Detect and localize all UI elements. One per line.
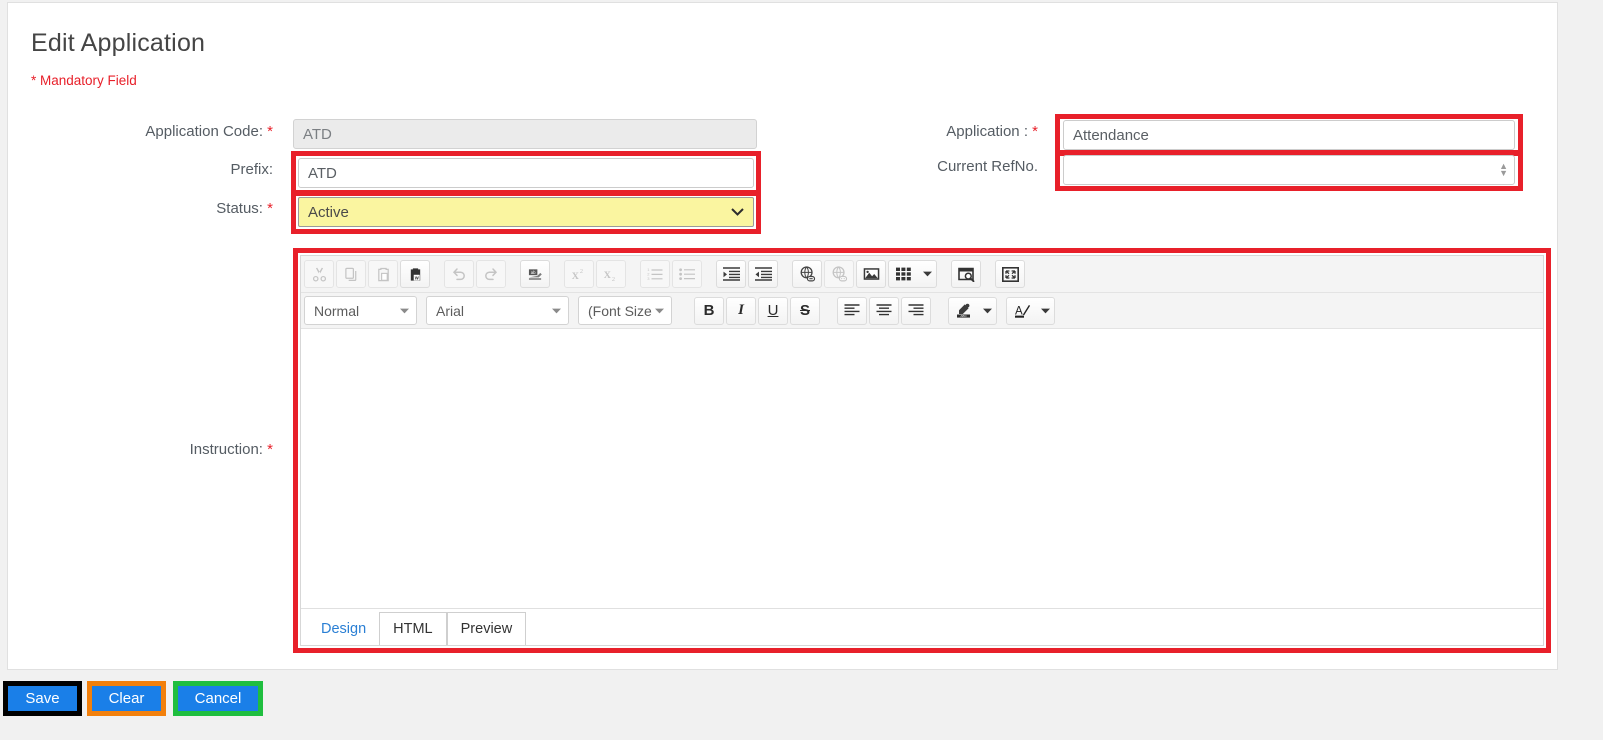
editor-mode-tabs: Design HTML Preview <box>301 608 1543 645</box>
table-grid-icon <box>889 267 919 281</box>
instruction-editor-body[interactable] <box>301 329 1543 605</box>
chevron-down-icon <box>552 306 561 316</box>
spell-check-icon[interactable]: ab <box>520 260 550 288</box>
redo-icon[interactable] <box>476 260 506 288</box>
font-color-letter-icon: A <box>1007 303 1037 318</box>
svg-text:w: w <box>413 275 418 281</box>
required-marker: * <box>267 441 273 458</box>
align-center-icon[interactable] <box>869 296 899 325</box>
font-size-value: (Font Size <box>588 302 652 319</box>
chevron-down-icon <box>979 308 996 314</box>
align-left-icon[interactable] <box>837 296 867 325</box>
application-code-input: ATD <box>293 119 757 149</box>
instruction-rich-text-editor: w ab X 2 X 2 1 2 3 Normal Arial (Font Si… <box>300 255 1544 646</box>
superscript-icon[interactable]: X 2 <box>564 260 594 288</box>
copy-icon[interactable] <box>336 260 366 288</box>
save-button[interactable]: Save <box>8 686 77 711</box>
italic-button[interactable]: I <box>726 296 756 325</box>
status-label: Status: * <box>216 200 273 217</box>
font-size-dropdown[interactable]: (Font Size <box>578 296 672 325</box>
application-code-label: Application Code: * <box>145 123 273 140</box>
chevron-down-icon <box>1037 308 1054 314</box>
svg-text:X: X <box>604 270 612 281</box>
tab-preview[interactable]: Preview <box>446 612 527 645</box>
application-input[interactable]: Attendance <box>1063 120 1515 150</box>
spinner-arrows-icon[interactable]: ▲ ▼ <box>1499 162 1508 178</box>
indent-icon[interactable] <box>716 260 746 288</box>
bold-button[interactable]: B <box>694 296 724 325</box>
chevron-down-icon <box>400 306 409 316</box>
clear-button[interactable]: Clear <box>92 686 161 711</box>
editor-toolbar-row-1: w ab X 2 X 2 1 2 3 <box>301 256 1543 293</box>
find-replace-icon[interactable] <box>951 260 981 288</box>
insert-table-icon[interactable] <box>888 260 937 288</box>
required-marker: * <box>267 123 273 140</box>
svg-text:2: 2 <box>580 268 583 275</box>
outdent-icon[interactable] <box>748 260 778 288</box>
page-title: Edit Application <box>31 29 206 57</box>
insert-image-icon[interactable] <box>856 260 886 288</box>
status-select-value: Active <box>308 204 349 221</box>
cancel-button[interactable]: Cancel <box>178 686 258 711</box>
highlight-marker-icon: ABC <box>949 303 979 318</box>
edit-application-page: Edit Application * Mandatory Field Appli… <box>0 0 1603 740</box>
subscript-icon[interactable]: X 2 <box>596 260 626 288</box>
svg-text:ab: ab <box>530 270 535 275</box>
svg-text:3: 3 <box>647 276 650 281</box>
svg-text:ABC: ABC <box>960 314 967 318</box>
required-marker: * <box>1032 123 1038 140</box>
font-name-value: Arial <box>436 302 465 319</box>
svg-text:X: X <box>572 271 580 282</box>
paragraph-style-dropdown[interactable]: Normal <box>304 296 417 325</box>
prefix-label: Prefix: <box>230 161 273 178</box>
insert-link-icon[interactable] <box>792 260 822 288</box>
font-name-dropdown[interactable]: Arial <box>426 296 569 325</box>
underline-button[interactable]: U <box>758 296 788 325</box>
align-right-icon[interactable] <box>901 296 931 325</box>
chevron-down-icon <box>919 271 936 277</box>
fullscreen-icon[interactable] <box>995 260 1025 288</box>
tab-html[interactable]: HTML <box>379 612 447 645</box>
tab-design[interactable]: Design <box>308 613 380 645</box>
status-select[interactable]: Active <box>298 197 754 227</box>
numbered-list-icon[interactable]: 1 2 3 <box>640 260 670 288</box>
cut-icon[interactable] <box>304 260 334 288</box>
remove-link-icon[interactable] <box>824 260 854 288</box>
chevron-down-icon <box>731 202 744 223</box>
highlight-color-icon[interactable]: ABC <box>948 296 997 325</box>
paste-from-word-icon[interactable]: w <box>400 260 430 288</box>
paste-icon[interactable] <box>368 260 398 288</box>
font-color-icon[interactable]: A <box>1006 296 1055 325</box>
prefix-input[interactable]: ATD <box>298 158 754 188</box>
mandatory-field-note: * Mandatory Field <box>31 73 137 88</box>
required-marker: * <box>267 200 273 217</box>
editor-toolbar-row-2: Normal Arial (Font Size B I U S ABC A <box>301 293 1543 329</box>
content-panel: Edit Application * Mandatory Field Appli… <box>7 2 1558 670</box>
chevron-down-icon <box>655 306 664 316</box>
svg-text:2: 2 <box>612 275 615 281</box>
bullet-list-icon[interactable] <box>672 260 702 288</box>
undo-icon[interactable] <box>444 260 474 288</box>
action-button-bar: Save Clear Cancel <box>0 676 1603 740</box>
current-refno-label: Current RefNo. <box>937 158 1038 175</box>
paragraph-style-value: Normal <box>314 302 360 319</box>
application-label: Application : * <box>946 123 1038 140</box>
current-refno-input[interactable]: ▲ ▼ <box>1063 155 1515 185</box>
strikethrough-button[interactable]: S <box>790 296 820 325</box>
instruction-label: Instruction: * <box>189 441 273 458</box>
